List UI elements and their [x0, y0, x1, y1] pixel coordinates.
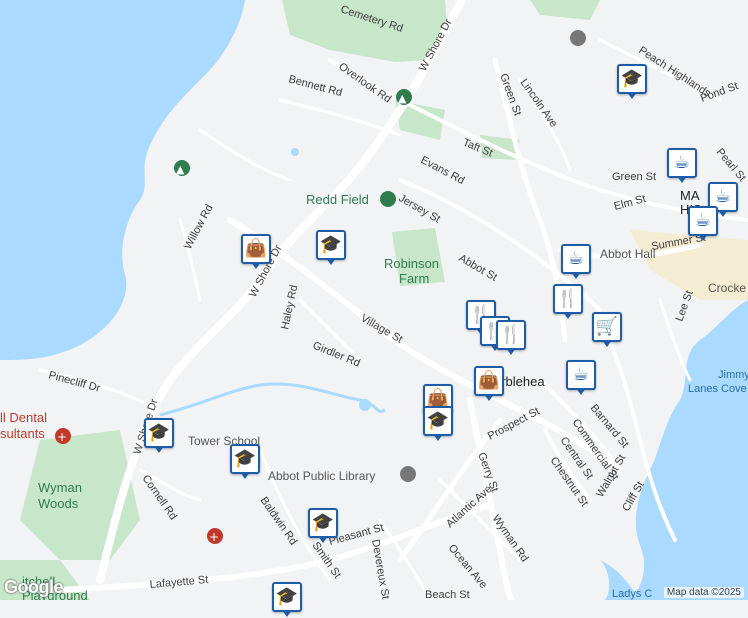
street-label: Beach St [425, 589, 470, 600]
svg-text:▲: ▲ [176, 163, 185, 176]
svg-text:▲: ▲ [398, 92, 407, 105]
graduation-cap-icon: 🎓 [275, 586, 299, 607]
school-marker[interactable]: 🎓 [272, 582, 302, 618]
school-marker[interactable]: 🎓 [144, 418, 174, 454]
coffee-cup-icon: ☕ [572, 364, 590, 385]
graduation-cap-icon: 🎓 [319, 234, 343, 255]
coffee-cup-icon: ☕ [694, 210, 712, 231]
restaurant-marker[interactable]: 🍴 [553, 284, 583, 320]
fork-knife-icon: 🍴 [556, 288, 580, 309]
place-label: Abbot Public Library [268, 469, 375, 483]
coffee-marker[interactable]: ☕ [667, 148, 697, 184]
place-label: Lanes Cove [688, 383, 747, 395]
coffee-cup-icon: ☕ [714, 186, 732, 207]
place-label: Jimmy [718, 369, 748, 381]
school-marker[interactable]: 🎓 [308, 508, 338, 544]
place-label: Redd Field [306, 192, 369, 207]
coffee-marker[interactable]: ☕ [566, 360, 596, 396]
coffee-cup-icon: ☕ [567, 248, 585, 269]
graduation-cap-icon: 🎓 [147, 422, 171, 443]
school-marker[interactable]: 🎓 [617, 64, 647, 100]
school-marker[interactable]: 🎓 [316, 230, 346, 266]
restaurant-marker[interactable]: 🍴 [496, 320, 526, 356]
street-label: Green St [612, 171, 656, 183]
shopping-marker[interactable]: 👜 [474, 366, 504, 402]
shopping-marker[interactable]: 👜 [241, 234, 271, 270]
google-logo[interactable]: Google [4, 577, 64, 598]
place-label: sultants [0, 426, 45, 441]
graduation-cap-icon: 🎓 [426, 410, 450, 431]
svg-text:+: + [57, 430, 67, 444]
graduation-cap-icon: 🎓 [233, 448, 257, 469]
coffee-marker[interactable]: ☕ [561, 244, 591, 280]
graduation-cap-icon: 🎓 [620, 68, 644, 89]
shopping-bag-icon: 👜 [244, 238, 268, 259]
map-attribution[interactable]: Map data ©2025 [663, 587, 744, 598]
place-label: Woods [38, 496, 79, 511]
place-label: Robinson [384, 256, 439, 271]
school-marker[interactable]: 🎓 [230, 444, 260, 480]
place-label: Ladys C [612, 588, 652, 600]
school-marker[interactable]: 🎓 [423, 406, 453, 442]
grocery-marker[interactable]: 🛒 [592, 312, 622, 348]
coffee-marker[interactable]: ☕ [688, 206, 718, 242]
svg-text:+: + [209, 530, 219, 544]
place-label: Wyman [38, 480, 82, 495]
place-label: ll Dental [0, 410, 47, 425]
place-label: MA [680, 188, 700, 203]
shopping-cart-icon: 🛒 [595, 316, 619, 337]
fork-knife-icon: 🍴 [499, 324, 523, 345]
library-icon [400, 466, 416, 482]
place-label: Abbot Hall [600, 247, 655, 261]
coffee-cup-icon: ☕ [673, 152, 691, 173]
place-label: Crocke [708, 281, 746, 295]
shopping-bag-icon: 👜 [477, 370, 501, 391]
graduation-cap-icon: 🎓 [311, 512, 335, 533]
school-pin-icon [570, 30, 586, 46]
park-pin-icon [380, 191, 396, 207]
place-label: Farm [399, 271, 429, 286]
